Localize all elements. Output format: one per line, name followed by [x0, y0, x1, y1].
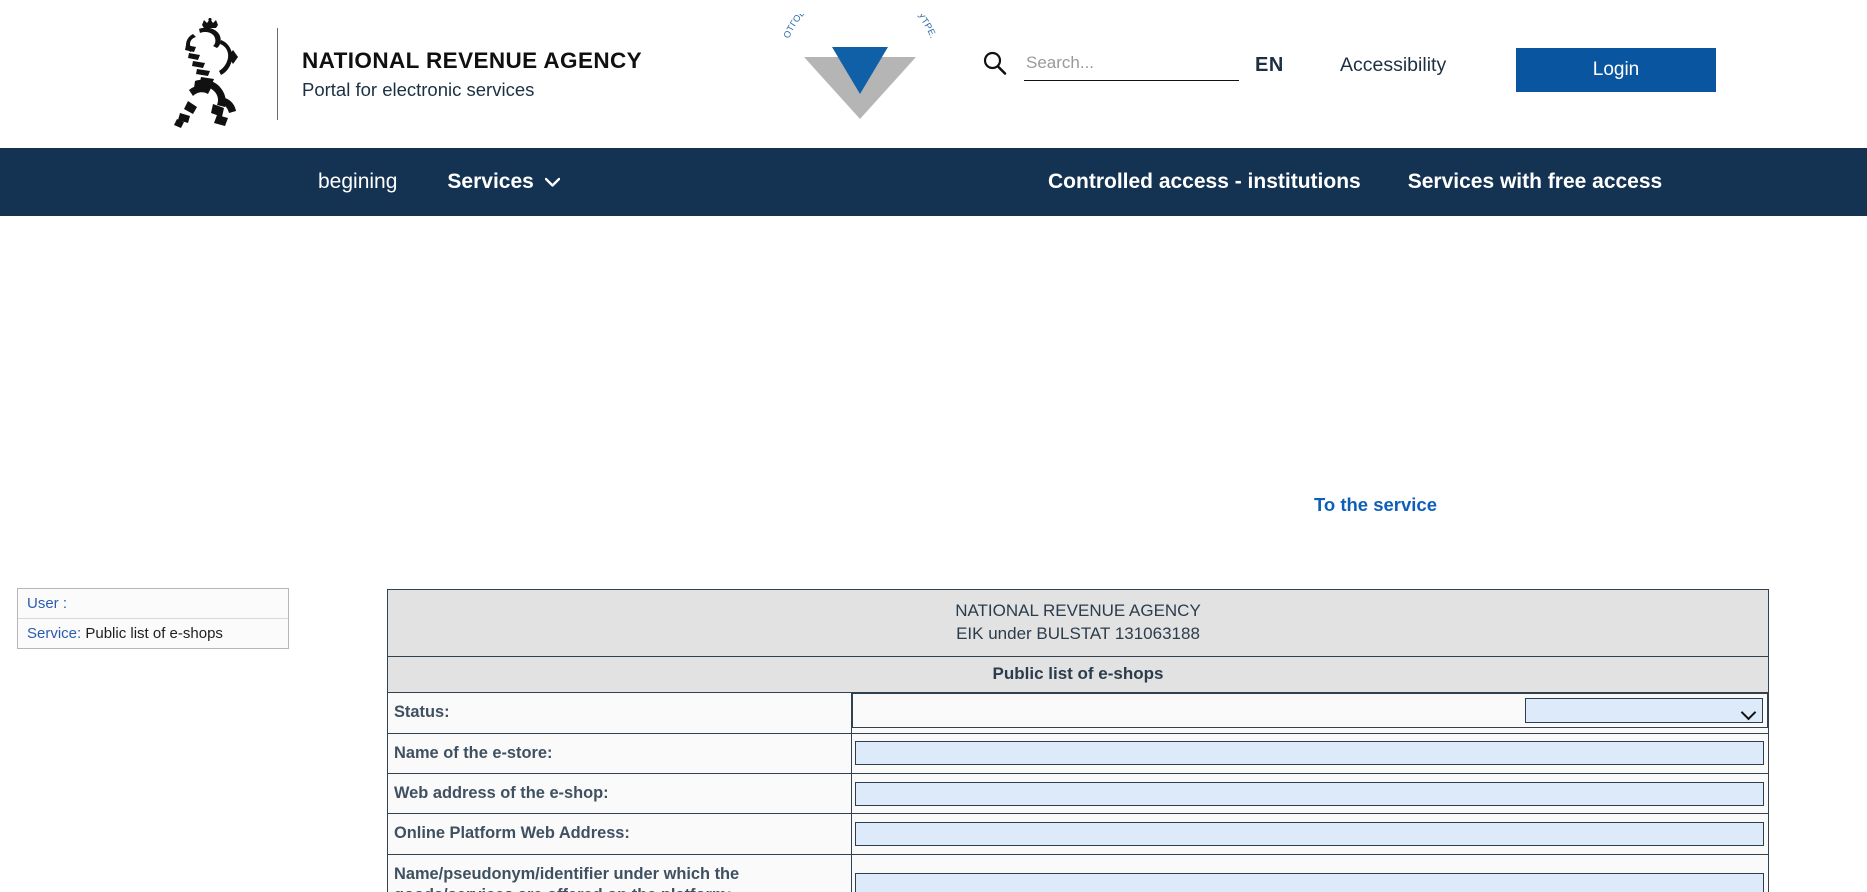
user-label: User :	[27, 595, 68, 612]
nav-item-controlled-access[interactable]: Controlled access - institutions	[1048, 170, 1361, 194]
nav-item-controlled-access-label: Controlled access - institutions	[1048, 170, 1361, 193]
agency-bulstat: EIK under BULSTAT 131063188	[956, 623, 1200, 643]
nav-item-free-access[interactable]: Services with free access	[1408, 170, 1663, 194]
table-subtitle-row: Public list of e-shops	[387, 656, 1769, 694]
field-platform-web-cell	[851, 813, 1769, 855]
label-estore-name: Name of the e-store:	[387, 732, 852, 774]
service-label: Service:	[27, 625, 82, 642]
field-estore-name-cell	[851, 732, 1769, 774]
table-row-estore-name: Name of the e-store:	[387, 732, 1769, 774]
to-the-service-link[interactable]: To the service	[1314, 494, 1437, 516]
user-info-row: User :	[18, 589, 288, 618]
table-row-pseudonym: Name/pseudonym/identifier under which th…	[387, 853, 1769, 892]
search-icon[interactable]	[982, 50, 1008, 76]
field-pseudonym-cell	[851, 853, 1769, 892]
pseudonym-input[interactable]	[855, 872, 1764, 892]
service-value: Public list of e-shops	[85, 625, 223, 642]
logo-slogan: ОТГОВОРНИ ДНЕС. СИГУРНИ ЗА УТРЕ.	[782, 14, 939, 40]
eshop-web-input[interactable]	[855, 781, 1764, 806]
brand-block: NATIONAL REVENUE AGENCY Portal for elect…	[155, 18, 642, 130]
site-header: NATIONAL REVENUE AGENCY Portal for elect…	[0, 0, 1867, 148]
service-info-row: Service: Public list of e-shops	[18, 618, 288, 648]
status-select[interactable]	[1525, 698, 1763, 724]
login-button[interactable]: Login	[1516, 48, 1716, 92]
chevron-down-icon	[544, 177, 560, 187]
table-row-eshop-web: Web address of the e-shop:	[387, 772, 1769, 815]
svg-text:ОТГОВОРНИ ДНЕС. СИГУРНИ ЗА УТР: ОТГОВОРНИ ДНЕС. СИГУРНИ ЗА УТРЕ.	[782, 14, 939, 40]
estore-name-input[interactable]	[855, 741, 1764, 766]
user-service-info-box: User : Service: Public list of e-shops	[17, 588, 289, 649]
org-title: NATIONAL REVENUE AGENCY	[302, 48, 643, 74]
nav-item-services-label: Services	[447, 170, 534, 193]
status-select-wrapper[interactable]	[1525, 698, 1763, 724]
accessibility-link[interactable]: Accessibility	[1340, 54, 1446, 77]
table-row-platform-web: Online Platform Web Address:	[387, 813, 1769, 855]
nra-triangle-logo: ОТГОВОРНИ ДНЕС. СИГУРНИ ЗА УТРЕ.	[770, 14, 950, 124]
nav-item-begining[interactable]: begining	[318, 170, 397, 194]
label-platform-web: Online Platform Web Address:	[387, 813, 852, 855]
agency-name: NATIONAL REVENUE AGENCY	[955, 601, 1201, 620]
brand-divider	[277, 28, 278, 120]
search-box[interactable]	[982, 50, 1239, 81]
search-input[interactable]	[1024, 51, 1239, 81]
nav-item-begining-label: begining	[318, 170, 398, 193]
language-switcher[interactable]: EN	[1255, 54, 1284, 77]
bulgarian-lion-coat-of-arms-icon	[155, 18, 253, 130]
table-header-row: NATIONAL REVENUE AGENCY EIK under BULSTA…	[387, 588, 1769, 658]
label-eshop-web: Web address of the e-shop:	[387, 772, 852, 815]
field-status-cell	[852, 693, 1768, 729]
eshop-search-form-table: NATIONAL REVENUE AGENCY EIK under BULSTA…	[387, 588, 1769, 892]
table-row-status: Status:	[387, 692, 1769, 734]
platform-web-input[interactable]	[855, 821, 1764, 846]
nav-item-services[interactable]: Services	[447, 170, 560, 194]
org-subtitle: Portal for electronic services	[302, 78, 535, 100]
agency-header-cell: NATIONAL REVENUE AGENCY EIK under BULSTA…	[387, 588, 1769, 658]
nav-item-free-access-label: Services with free access	[1407, 170, 1663, 193]
label-status: Status:	[387, 692, 852, 734]
main-navigation: begining Services Controlled access - in…	[0, 148, 1867, 216]
label-pseudonym: Name/pseudonym/identifier under which th…	[387, 853, 852, 892]
page-content: To the service User : Service: Public li…	[0, 216, 1867, 892]
field-eshop-web-cell	[851, 772, 1769, 815]
service-title: Public list of e-shops	[387, 656, 1769, 694]
